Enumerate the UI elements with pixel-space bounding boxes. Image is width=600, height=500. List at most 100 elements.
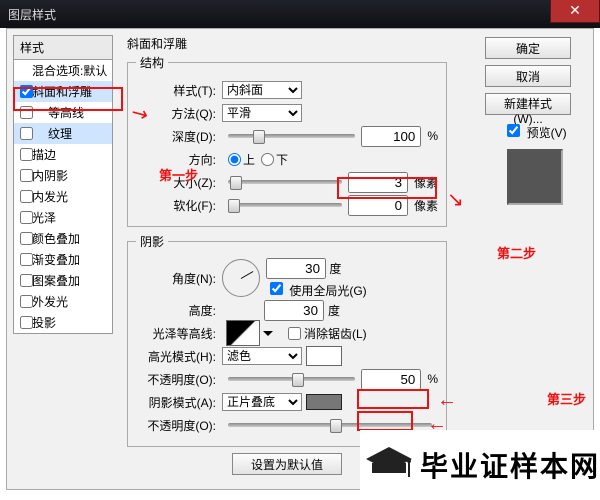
direction-up-radio[interactable] — [228, 153, 241, 166]
bevel-checkbox[interactable] — [20, 85, 33, 98]
panel-title: 斜面和浮雕 — [127, 35, 447, 52]
preview-label: 预览(V) — [527, 126, 567, 140]
gloss-label: 光泽等高线: — [136, 325, 216, 342]
innershadow-checkbox[interactable] — [20, 169, 33, 182]
direction-down-label: 下 — [276, 151, 288, 168]
direction-label: 方向: — [136, 151, 216, 168]
angle-input[interactable] — [266, 258, 326, 279]
cancel-button[interactable]: 取消 — [485, 65, 571, 87]
highlight-opacity-label: 不透明度(O): — [136, 371, 216, 388]
preview-row: 预览(V) — [485, 121, 585, 141]
shadow-mode-select[interactable]: 正片叠底 — [222, 393, 302, 411]
titlebar: 图层样式 ✕ — [0, 0, 600, 28]
graduation-cap-icon — [364, 443, 414, 487]
altitude-label: 高度: — [136, 302, 216, 319]
antialias-checkbox[interactable] — [288, 327, 301, 340]
sidebar-item-satin[interactable]: 光泽 — [14, 207, 112, 228]
depth-input[interactable] — [361, 126, 421, 147]
direction-down-radio[interactable] — [261, 153, 274, 166]
coloroverlay-checkbox[interactable] — [20, 232, 33, 245]
outerglow-checkbox[interactable] — [20, 295, 33, 308]
ok-button[interactable]: 确定 — [485, 37, 571, 59]
highlight-opacity-slider[interactable] — [228, 377, 355, 381]
soften-slider[interactable] — [228, 203, 342, 207]
sidebar-item-outerglow[interactable]: 外发光 — [14, 291, 112, 312]
annotation-step2: 第二步 — [497, 243, 536, 262]
shadow-opacity-slider[interactable] — [228, 423, 432, 427]
shadow-mode-label: 阴影模式(A): — [136, 394, 216, 411]
sidebar-label-satin: 光泽 — [32, 209, 56, 226]
altitude-unit: 度 — [328, 302, 340, 319]
sidebar-label-innerglow: 内发光 — [32, 188, 68, 205]
sidebar-blend-options[interactable]: 混合选项:默认 — [14, 60, 112, 81]
shadow-group: 阴影 角度(N): 度 使用全局光(G) 高度: 度 光泽等高线: 消除锯齿(L… — [127, 233, 447, 447]
main-panel: 斜面和浮雕 结构 样式(T): 内斜面 方法(Q): 平滑 深度(D): % 方… — [127, 35, 447, 475]
sidebar-label-gradientoverlay: 渐变叠加 — [32, 251, 80, 268]
sidebar-item-contour[interactable]: 等高线 — [14, 102, 112, 123]
texture-checkbox[interactable] — [20, 127, 33, 140]
dialog-body: 样式 混合选项:默认 斜面和浮雕 等高线 纹理 描边 内阴影 — [6, 28, 594, 490]
soften-label: 软化(F): — [136, 197, 216, 214]
size-slider[interactable] — [228, 180, 342, 184]
sidebar-item-bevel[interactable]: 斜面和浮雕 — [14, 81, 112, 102]
sidebar-label-texture: 纹理 — [48, 125, 72, 142]
highlight-opacity-input[interactable] — [361, 369, 421, 390]
highlight-mode-label: 高光模式(H): — [136, 348, 216, 365]
style-sidebar: 样式 混合选项:默认 斜面和浮雕 等高线 纹理 描边 内阴影 — [13, 35, 113, 334]
altitude-input[interactable] — [264, 300, 324, 321]
gloss-contour-picker[interactable] — [226, 320, 260, 346]
sidebar-label-patternoverlay: 图案叠加 — [32, 272, 80, 289]
right-buttons: 确定 取消 新建样式(W)... 预览(V) — [485, 37, 585, 213]
angle-dial[interactable] — [222, 259, 260, 297]
watermark-logo: 毕业证样本网 — [360, 430, 600, 500]
preview-checkbox[interactable] — [507, 124, 520, 137]
arrow-icon-2: ↘ — [447, 187, 464, 212]
soften-unit: 像素 — [414, 197, 438, 214]
sidebar-label-innershadow: 内阴影 — [32, 167, 68, 184]
method-select[interactable]: 平滑 — [222, 104, 302, 122]
highlight-color-swatch[interactable] — [306, 346, 342, 366]
depth-label: 深度(D): — [136, 128, 216, 145]
window-root: 图层样式 ✕ 样式 混合选项:默认 斜面和浮雕 等高线 纹理 — [0, 0, 600, 500]
shadow-opacity-label: 不透明度(O): — [136, 417, 216, 434]
patternoverlay-checkbox[interactable] — [20, 274, 33, 287]
sidebar-label-outerglow: 外发光 — [32, 293, 68, 310]
sidebar-item-innerglow[interactable]: 内发光 — [14, 186, 112, 207]
sidebar-label-bevel: 斜面和浮雕 — [32, 83, 92, 100]
sidebar-item-coloroverlay[interactable]: 颜色叠加 — [14, 228, 112, 249]
annotation-step3: 第三步 — [547, 389, 586, 408]
direction-up-label: 上 — [243, 151, 255, 168]
sidebar-item-stroke[interactable]: 描边 — [14, 144, 112, 165]
sidebar-item-innershadow[interactable]: 内阴影 — [14, 165, 112, 186]
depth-unit: % — [427, 129, 438, 143]
soften-input[interactable] — [348, 195, 408, 216]
depth-slider[interactable] — [228, 134, 355, 138]
highlight-mode-select[interactable]: 滤色 — [222, 347, 302, 365]
stroke-checkbox[interactable] — [20, 148, 33, 161]
angle-unit: 度 — [329, 262, 341, 276]
sidebar-item-gradientoverlay[interactable]: 渐变叠加 — [14, 249, 112, 270]
new-style-button[interactable]: 新建样式(W)... — [485, 93, 571, 115]
shadow-legend: 阴影 — [136, 233, 168, 250]
close-button[interactable]: ✕ — [550, 0, 600, 23]
size-input[interactable] — [348, 172, 408, 193]
sidebar-label-stroke: 描边 — [32, 146, 56, 163]
structure-legend: 结构 — [136, 54, 168, 71]
window-title: 图层样式 — [8, 6, 56, 23]
size-label: 大小(Z): — [136, 174, 216, 191]
contour-checkbox[interactable] — [20, 106, 33, 119]
dropshadow-checkbox[interactable] — [20, 316, 33, 329]
sidebar-label-coloroverlay: 颜色叠加 — [32, 230, 80, 247]
shadow-color-swatch[interactable] — [306, 394, 342, 410]
sidebar-item-patternoverlay[interactable]: 图案叠加 — [14, 270, 112, 291]
innerglow-checkbox[interactable] — [20, 190, 33, 203]
sidebar-list: 混合选项:默认 斜面和浮雕 等高线 纹理 描边 内阴影 内发光 光泽 — [13, 59, 113, 334]
set-default-button[interactable]: 设置为默认值 — [232, 453, 342, 475]
satin-checkbox[interactable] — [20, 211, 33, 224]
global-light-checkbox[interactable] — [270, 282, 283, 295]
sidebar-label-dropshadow: 投影 — [32, 314, 56, 331]
style-select[interactable]: 内斜面 — [222, 81, 302, 99]
sidebar-item-dropshadow[interactable]: 投影 — [14, 312, 112, 333]
sidebar-item-texture[interactable]: 纹理 — [14, 123, 112, 144]
gradientoverlay-checkbox[interactable] — [20, 253, 33, 266]
